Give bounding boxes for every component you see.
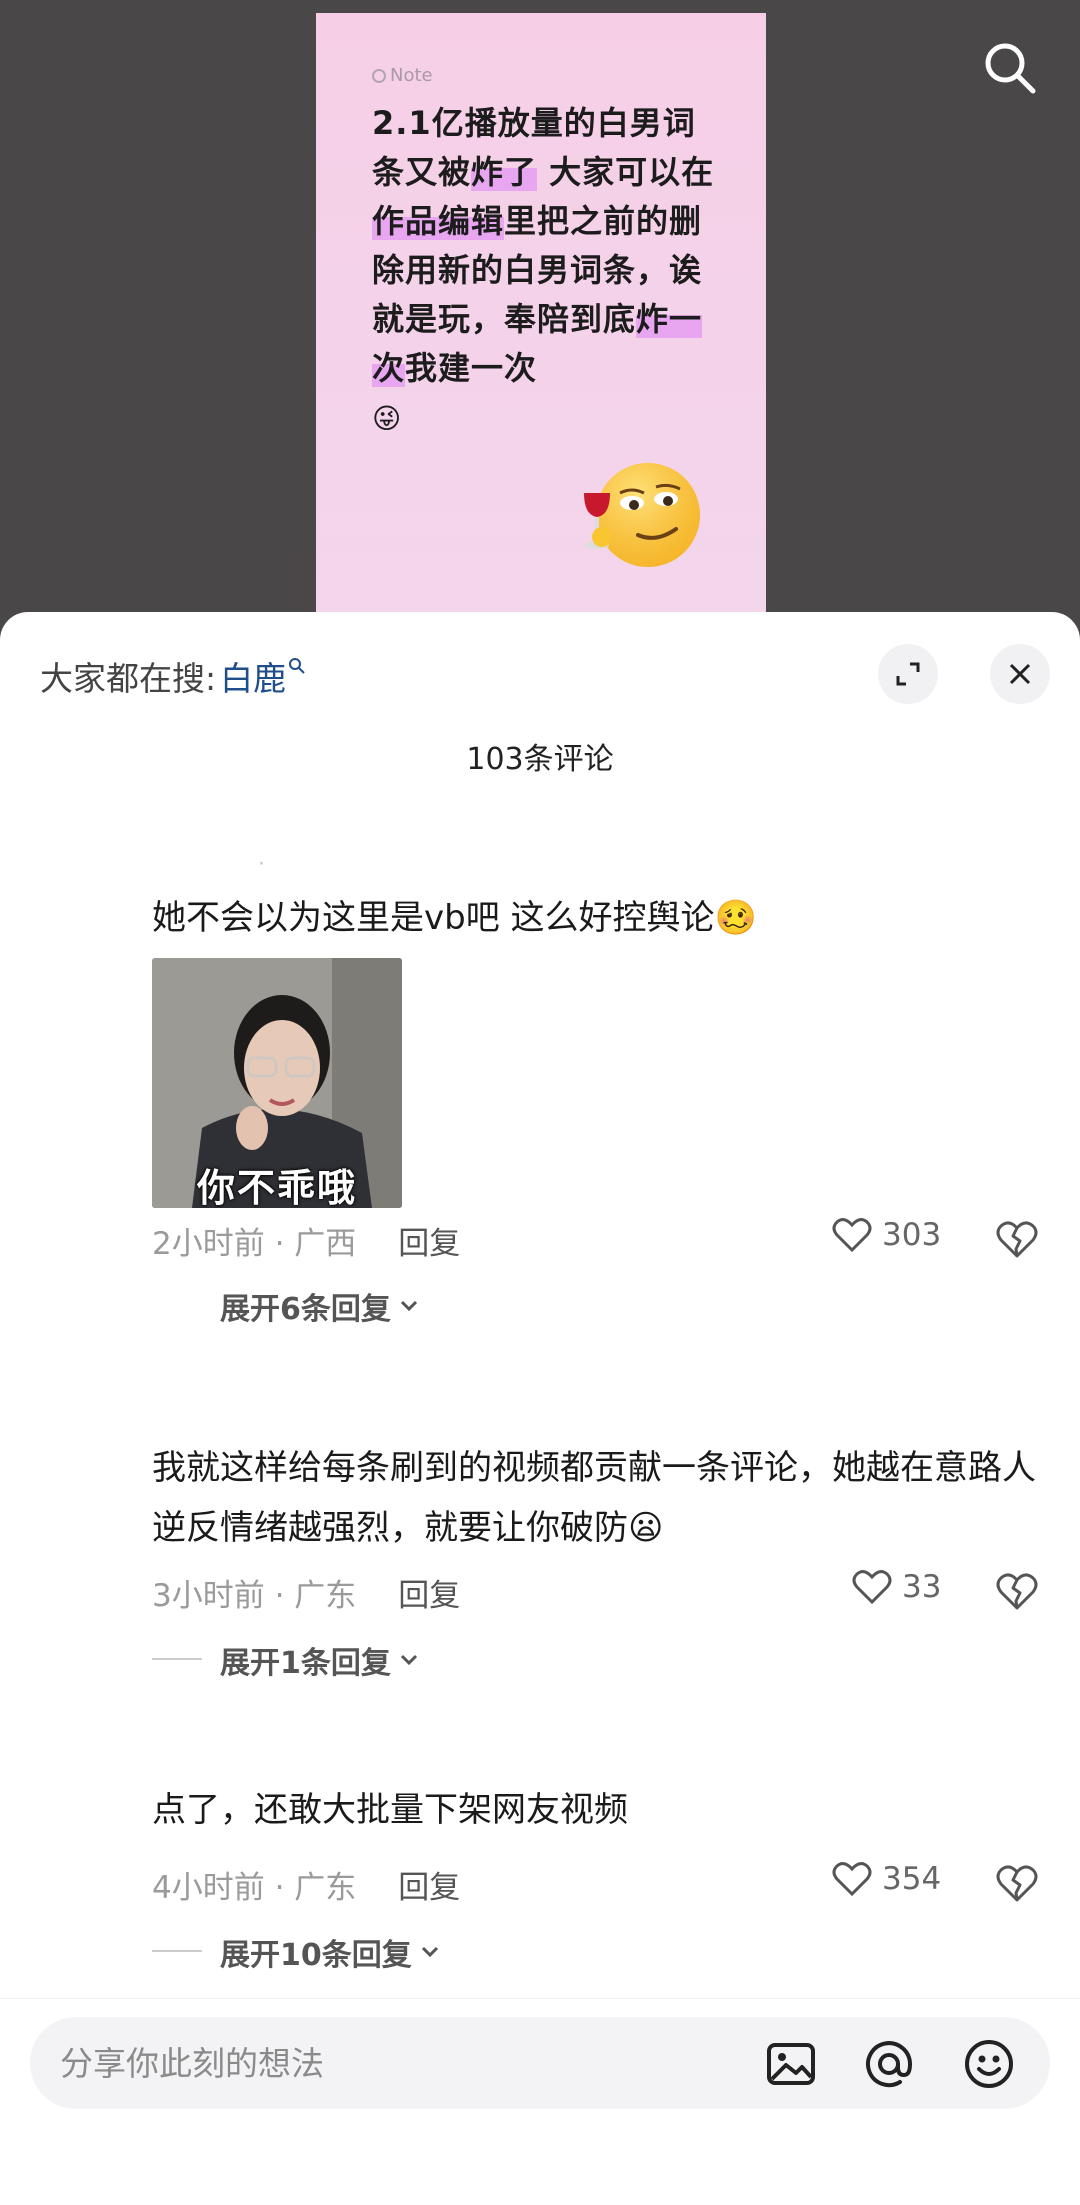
note-segment: 大家可以在 [537,153,715,191]
note-text: 2.1亿播放量的白男词条又被炸了 大家可以在作品编辑里把之前的删除用新的白男词条… [372,99,722,443]
broken-heart-icon[interactable] [995,1218,1039,1262]
chevron-down-icon [400,1654,417,1666]
tongue-wink-emoji-icon: 😜 [372,402,403,435]
heart-icon [832,1218,872,1253]
reply-button[interactable]: 回复 [398,1218,460,1263]
comment-meta: 2小时前 · 广西 回复 [152,1218,460,1263]
comment-input[interactable] [60,2017,740,2109]
trending-keyword[interactable]: 白鹿 [220,652,286,700]
comment-username[interactable]: · [258,852,265,877]
note-highlight: 炸了 [471,153,538,191]
chevron-down-icon [421,1946,438,1958]
expand-icon [896,662,920,686]
note-card: Note 2.1亿播放量的白男词条又被炸了 大家可以在作品编辑里把之前的删除用新… [316,13,766,643]
comment-time: 3小时前 · 广东 [152,1578,357,1614]
video-player[interactable]: Note 2.1亿播放量的白男词条又被炸了 大家可以在作品编辑里把之前的删除用新… [0,0,1080,643]
search-icon [289,658,305,674]
heart-icon [832,1862,872,1897]
comment-text: 点了，还敢大批量下架网友视频 [152,1790,628,1830]
image-icon[interactable] [764,2037,818,2091]
expand-replies[interactable]: 展开6条回复 [220,1284,419,1328]
broken-heart-icon[interactable] [995,1862,1039,1906]
close-icon [1009,663,1031,685]
like-count: 303 [882,1217,942,1253]
like-button[interactable]: 303 [832,1216,941,1254]
comment-image[interactable]: 你不乖哦 [152,958,402,1208]
divider [152,1950,202,1952]
heart-icon [852,1570,892,1605]
expand-replies[interactable]: 展开10条回复 [220,1930,440,1974]
trending-label: 大家都在搜: [40,659,217,698]
like-button[interactable]: 33 [852,1568,941,1606]
comment-time: 4小时前 · 广东 [152,1870,357,1906]
broken-heart-icon[interactable] [995,1570,1039,1614]
circle-icon [372,68,386,83]
comment-meta: 3小时前 · 广东 回复 [152,1570,460,1615]
comment-meta: 4小时前 · 广东 回复 [152,1862,460,1907]
comment-input-box[interactable] [30,2017,1050,2109]
divider [152,1658,202,1660]
note-tag: Note [372,65,433,86]
reply-button[interactable]: 回复 [398,1862,460,1907]
image-caption: 你不乖哦 [196,1166,357,1208]
reply-button[interactable]: 回复 [398,1570,460,1615]
like-count: 354 [882,1861,942,1897]
comment-sheet: 大家都在搜: 白鹿 103条评论 · 她不会以为这里是vb吧 这么好控舆论🥴 你… [0,612,1080,2205]
at-mention-icon[interactable] [862,2037,916,2091]
close-button[interactable] [990,644,1050,704]
like-button[interactable]: 354 [832,1860,941,1898]
comment-text: 她不会以为这里是vb吧 这么好控舆论🥴 [152,898,757,938]
note-segment: 我建一次 [405,349,538,387]
expand-button[interactable] [878,644,938,704]
emoji-icon[interactable] [962,2037,1016,2091]
expand-replies[interactable]: 展开1条回复 [220,1638,419,1682]
comment-text: 我就这样给每条刷到的视频都贡献一条评论，她越在意路人逆反情绪越强烈，就要让你破防… [152,1448,1036,1548]
search-icon[interactable] [980,38,1040,98]
trending-search[interactable]: 大家都在搜: 白鹿 [40,652,306,700]
like-count: 33 [902,1569,942,1605]
note-highlight: 作品编辑 [372,202,505,240]
chevron-down-icon [400,1300,417,1312]
comment-input-bar [0,1998,1080,2205]
comment-time: 2小时前 · 广西 [152,1226,357,1262]
wine-smirk-emoji-icon [584,463,700,567]
comment-count: 103条评论 [466,742,614,777]
